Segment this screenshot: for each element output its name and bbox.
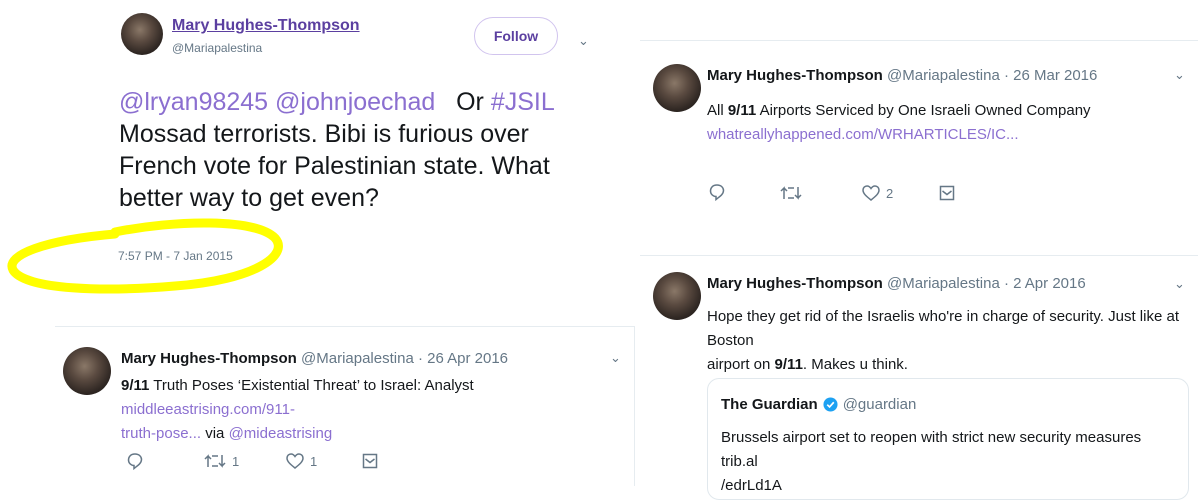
tweet-text: 9/11 Truth Poses ‘Existential Threat’ to… <box>121 374 611 446</box>
divider <box>640 255 1198 256</box>
quoted-tweet-header: The Guardian @guardian <box>721 396 916 413</box>
verified-icon <box>823 397 838 412</box>
avatar[interactable] <box>653 272 701 320</box>
tweet-link[interactable]: truth-pose... <box>121 425 201 442</box>
quoted-tweet-line: /edrLd1A <box>721 477 782 494</box>
tweet-link[interactable]: middleeastrising.com/911- <box>121 401 295 418</box>
tweet-text-bold: 9/11 <box>121 377 150 394</box>
chevron-down-icon[interactable]: ⌄ <box>610 350 621 366</box>
tweet-text-bold: 9/11 <box>774 356 803 373</box>
retweet-icon <box>204 454 226 468</box>
like-icon <box>862 185 880 201</box>
tweet-header: Mary Hughes-Thompson @Mariapalestina · 2… <box>707 275 1086 292</box>
tweet-text-body: Airports Serviced by One Israeli Owned C… <box>759 102 1091 119</box>
tweet-author-name[interactable]: Mary Hughes-Thompson <box>172 17 360 35</box>
dm-button[interactable] <box>939 185 955 201</box>
tweet-text-body: Mossad terrorists. Bibi is furious over … <box>119 120 550 212</box>
tweet-author-name[interactable]: Mary Hughes-Thompson <box>121 350 297 367</box>
mention-link[interactable]: @mideastrising <box>229 425 333 442</box>
retweet-button[interactable]: 1 <box>204 453 239 469</box>
like-icon <box>286 453 304 469</box>
tweet-text-or: Or <box>456 88 484 116</box>
tweet-text: Hope they get rid of the Israelis who're… <box>707 305 1187 377</box>
avatar[interactable] <box>653 64 701 112</box>
tweet-text-body: . Makes u think. <box>802 356 908 373</box>
chevron-down-icon[interactable]: ⌄ <box>578 33 589 49</box>
tweet-text-body: airport on <box>707 356 771 373</box>
divider <box>634 326 635 486</box>
tweet-text: All 9/11 Airports Serviced by One Israel… <box>707 99 1177 147</box>
divider <box>640 40 1198 41</box>
like-count: 2 <box>886 185 894 201</box>
like-count: 1 <box>310 453 318 469</box>
quoted-tweet-text: Brussels airport set to reopen with stri… <box>721 426 1181 498</box>
follow-button-label: Follow <box>493 28 539 44</box>
hashtag-link[interactable]: #JSIL <box>491 88 554 116</box>
divider <box>55 326 635 327</box>
quoted-tweet-line: Brussels airport set to reopen with stri… <box>721 429 1142 470</box>
mention-link[interactable]: @johnjoechad <box>275 88 435 116</box>
tweet-timestamp[interactable]: 7:57 PM - 7 Jan 2015 <box>118 249 233 263</box>
follow-button[interactable]: Follow <box>474 17 558 55</box>
tweet-header: Mary Hughes-Thompson @Mariapalestina · 2… <box>707 67 1097 84</box>
tweet-author-handle[interactable]: @Mariapalestina · 2 Apr 2016 <box>887 275 1086 292</box>
like-button[interactable]: 2 <box>862 185 893 201</box>
tweet-author-handle[interactable]: @Mariapalestina <box>172 41 262 55</box>
quoted-author-handle[interactable]: @guardian <box>843 396 917 413</box>
avatar[interactable] <box>63 347 111 395</box>
chevron-down-icon[interactable]: ⌄ <box>1174 67 1185 83</box>
tweet-text-via: via <box>205 425 225 442</box>
tweet-text-bold: 9/11 <box>727 102 757 119</box>
tweet-link[interactable]: whatreallyhappened.com/WRHARTICLES/IC... <box>707 126 1019 143</box>
reply-button[interactable] <box>709 183 725 201</box>
retweet-count: 1 <box>232 453 240 469</box>
like-button[interactable]: 1 <box>286 453 317 469</box>
dm-icon <box>939 185 955 201</box>
reply-icon <box>127 453 143 470</box>
mention-link[interactable]: @lryan98245 <box>119 88 268 116</box>
tweet-text-body: Hope they get rid of the Israelis who're… <box>707 308 1179 349</box>
tweet-author-name[interactable]: Mary Hughes-Thompson <box>707 275 883 292</box>
retweet-icon <box>780 186 802 200</box>
tweet-header: Mary Hughes-Thompson @Mariapalestina · 2… <box>121 350 508 367</box>
avatar[interactable] <box>121 13 163 55</box>
tweet-author-handle[interactable]: @Mariapalestina · 26 Mar 2016 <box>887 67 1097 84</box>
dm-icon <box>362 453 378 469</box>
tweet-text: @lryan98245 @johnjoechad Or #JSIL Mossad… <box>119 86 604 214</box>
quoted-tweet-card[interactable]: The Guardian @guardian Brussels airport … <box>707 378 1189 500</box>
reply-button[interactable] <box>127 452 143 470</box>
tweet-author-handle[interactable]: @Mariapalestina · 26 Apr 2016 <box>301 350 508 367</box>
tweet-text-body: Truth Poses ‘Existential Threat’ to Isra… <box>153 377 474 394</box>
dm-button[interactable] <box>362 453 378 469</box>
tweet-author-name[interactable]: Mary Hughes-Thompson <box>707 67 883 84</box>
reply-icon <box>709 184 725 201</box>
chevron-down-icon[interactable]: ⌄ <box>1174 276 1185 292</box>
tweet-text-body: All <box>707 102 724 119</box>
retweet-button[interactable] <box>780 185 802 201</box>
quoted-author-name[interactable]: The Guardian <box>721 396 818 413</box>
